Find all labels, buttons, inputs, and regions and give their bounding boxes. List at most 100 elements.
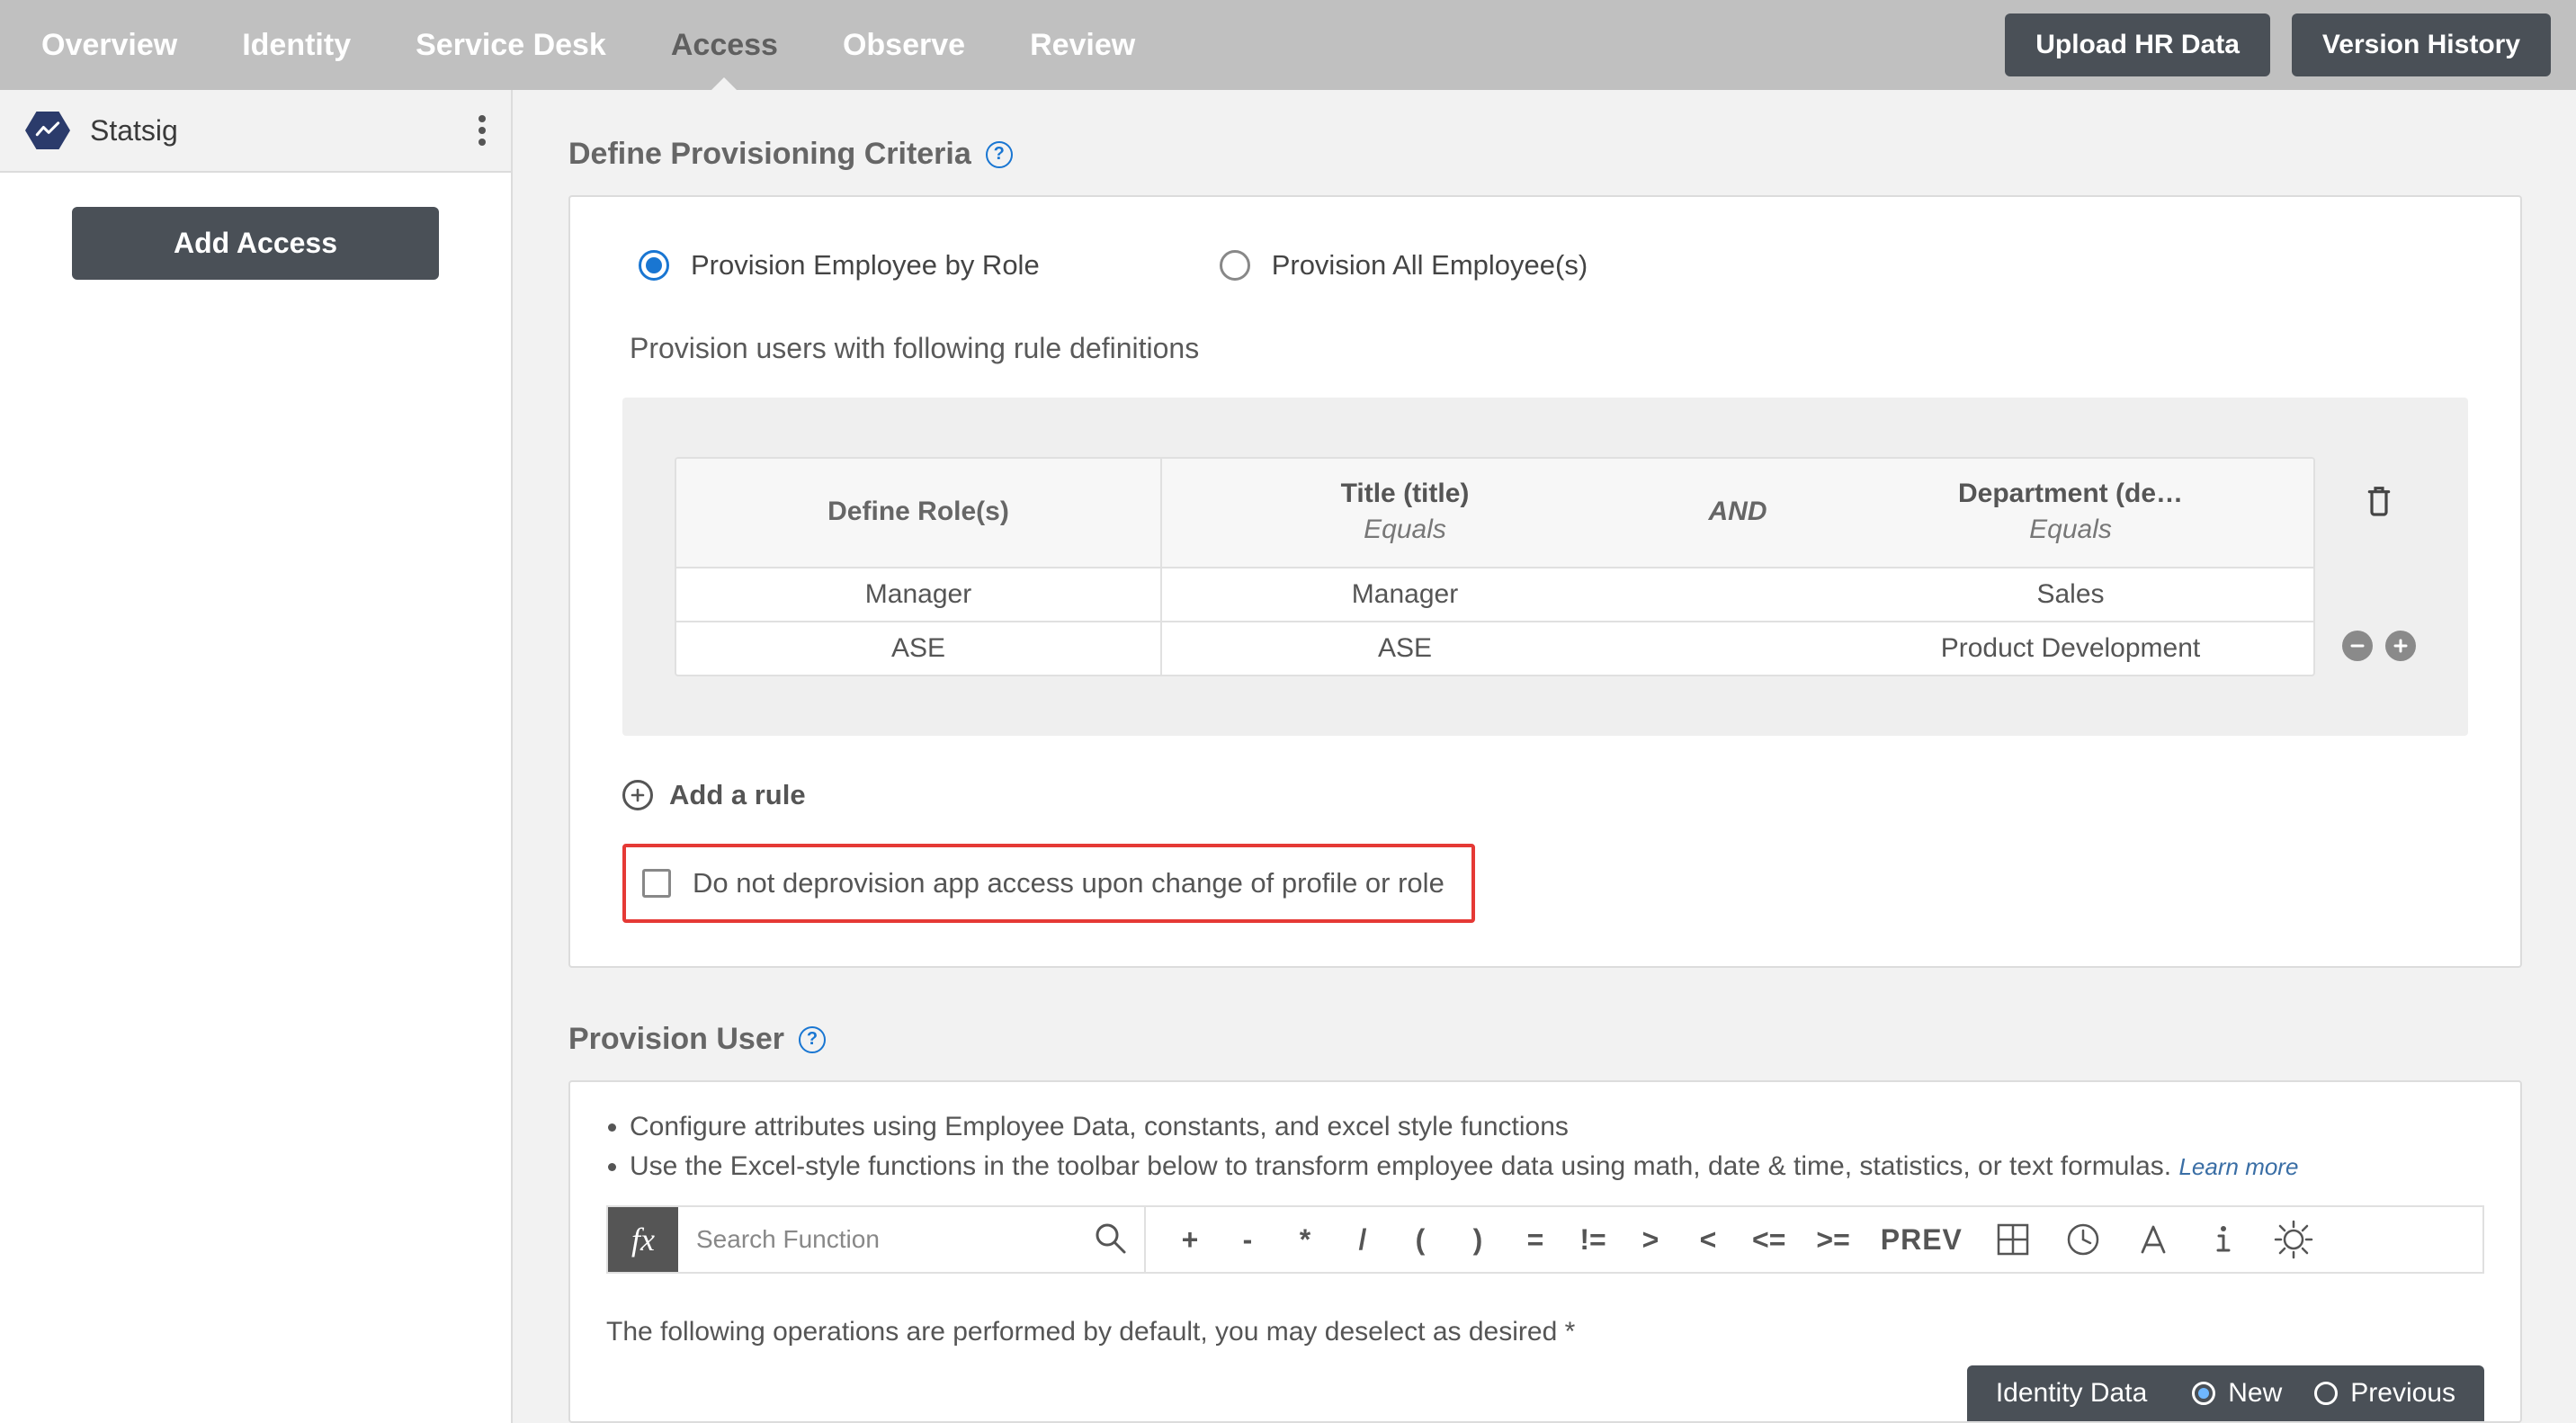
section-title-provision-user: Provision User ? (568, 1022, 2522, 1057)
cell-and (1648, 568, 1828, 621)
tab-review[interactable]: Review (1014, 0, 1151, 90)
add-access-button[interactable]: Add Access (72, 207, 439, 280)
cell-dept: Sales (1828, 568, 2313, 621)
tab-identity[interactable]: Identity (226, 0, 367, 90)
deprovision-label: Do not deprovision app access upon chang… (693, 867, 1445, 899)
bullet-item: Configure attributes using Employee Data… (630, 1107, 2484, 1147)
col-title-l1: Title (title) (1171, 479, 1639, 509)
help-icon[interactable]: ? (799, 1026, 826, 1053)
col-define-roles: Define Role(s) (676, 459, 1162, 567)
col-and: AND (1648, 459, 1828, 567)
radio-selected-icon (2192, 1382, 2215, 1405)
cell-title: Manager (1162, 568, 1648, 621)
remove-row-icon[interactable] (2342, 631, 2373, 661)
op-lte[interactable]: <= (1752, 1223, 1785, 1257)
identity-radio-previous[interactable]: Previous (2314, 1378, 2455, 1409)
radio-all-employees[interactable]: Provision All Employee(s) (1220, 249, 1588, 282)
op-gt[interactable]: > (1637, 1223, 1664, 1257)
rules-side-controls (2342, 457, 2416, 661)
cell-define: ASE (676, 622, 1162, 675)
app-name: Statsig (90, 114, 178, 148)
content-area: Define Provisioning Criteria ? Provision… (513, 90, 2576, 1423)
help-icon[interactable]: ? (986, 141, 1013, 168)
col-title: Title (title) Equals (1162, 459, 1648, 567)
op-paren-close[interactable]: ) (1464, 1223, 1491, 1257)
app-logo-icon (25, 112, 70, 149)
delete-rule-icon[interactable] (2365, 482, 2393, 523)
section-title-provision-user-text: Provision User (568, 1022, 784, 1057)
info-tool-icon[interactable] (2204, 1220, 2243, 1259)
fx-badge-icon: fx (608, 1207, 678, 1272)
cell-and (1648, 622, 1828, 675)
sidebar: Statsig Add Access (0, 90, 513, 1423)
app-identity: Statsig (25, 112, 178, 149)
op-gte[interactable]: >= (1816, 1223, 1849, 1257)
cell-title: ASE (1162, 622, 1648, 675)
radio-unselected-icon (2314, 1382, 2338, 1405)
nav-tabs: Overview Identity Service Desk Access Ob… (25, 0, 1151, 90)
app-menu-icon[interactable] (479, 115, 486, 146)
table-row: ASE ASE Product Development (676, 622, 2313, 675)
radio-by-role[interactable]: Provision Employee by Role (639, 249, 1040, 282)
op-minus[interactable]: - (1234, 1223, 1261, 1257)
provision-user-bullets: Configure attributes using Employee Data… (630, 1107, 2484, 1186)
tab-access[interactable]: Access (655, 0, 794, 90)
bullet-item: Use the Excel-style functions in the too… (630, 1147, 2484, 1186)
deprovision-checkbox-highlight: Do not deprovision app access upon chang… (622, 844, 1475, 923)
version-history-button[interactable]: Version History (2292, 13, 2551, 76)
rules-table: Define Role(s) Title (title) Equals AND … (675, 457, 2315, 676)
formula-toolbar: fx + - * / ( ) = != > < (606, 1205, 2484, 1274)
op-eq[interactable]: = (1522, 1223, 1549, 1257)
plus-circle-icon (622, 780, 653, 810)
radio-selected-icon (639, 250, 669, 281)
identity-radio-previous-label: Previous (2350, 1378, 2455, 1409)
identity-radio-new[interactable]: New (2192, 1378, 2282, 1409)
radio-all-label: Provision All Employee(s) (1272, 249, 1588, 282)
identity-radio-new-label: New (2228, 1378, 2282, 1409)
upload-hr-data-button[interactable]: Upload HR Data (2005, 13, 2270, 76)
radio-unselected-icon (1220, 250, 1250, 281)
ai-tool-icon[interactable] (2274, 1220, 2313, 1259)
identity-data-label: Identity Data (1996, 1378, 2147, 1409)
search-icon[interactable] (1092, 1220, 1128, 1260)
learn-more-link[interactable]: Learn more (2178, 1153, 2298, 1180)
col-department: Department (de… Equals (1828, 459, 2313, 567)
add-row-icon[interactable] (2385, 631, 2416, 661)
op-paren-open[interactable]: ( (1407, 1223, 1434, 1257)
bullet-text: Use the Excel-style functions in the too… (630, 1151, 2171, 1181)
rules-caption: Provision users with following rule defi… (622, 332, 2468, 365)
op-prev[interactable]: PREV (1881, 1223, 1963, 1257)
provision-mode-radios: Provision Employee by Role Provision All… (622, 249, 2468, 282)
cell-dept: Product Development (1828, 622, 2313, 675)
op-plus[interactable]: + (1176, 1223, 1203, 1257)
op-neq[interactable]: != (1579, 1223, 1606, 1257)
text-tool-icon[interactable] (2133, 1220, 2173, 1259)
section-title-criteria: Define Provisioning Criteria ? (568, 137, 2522, 172)
table-tool-icon[interactable] (1993, 1220, 2033, 1259)
function-search-input[interactable] (694, 1224, 1081, 1255)
col-dept-l1: Department (de… (1837, 479, 2304, 509)
formula-operators: + - * / ( ) = != > < <= >= PREV (1146, 1207, 2344, 1272)
table-row: Manager Manager Sales (676, 568, 2313, 622)
op-multiply[interactable]: * (1292, 1223, 1319, 1257)
nav-actions: Upload HR Data Version History (2005, 13, 2551, 76)
tab-observe[interactable]: Observe (827, 0, 981, 90)
tab-service-desk[interactable]: Service Desk (399, 0, 622, 90)
cell-define: Manager (676, 568, 1162, 621)
app-header: Statsig (0, 90, 511, 173)
add-rule-label: Add a rule (669, 779, 806, 811)
identity-data-toggle-bar: Identity Data New Previous (1967, 1365, 2484, 1421)
default-operations-text: The following operations are performed b… (606, 1317, 2484, 1347)
function-search-wrap (678, 1207, 1146, 1272)
clock-tool-icon[interactable] (2063, 1220, 2103, 1259)
op-lt[interactable]: < (1695, 1223, 1722, 1257)
provision-user-panel: Configure attributes using Employee Data… (568, 1080, 2522, 1423)
op-divide[interactable]: / (1349, 1223, 1376, 1257)
col-dept-l2: Equals (1837, 515, 2304, 545)
criteria-panel: Provision Employee by Role Provision All… (568, 195, 2522, 968)
deprovision-checkbox[interactable] (642, 869, 671, 898)
section-title-criteria-text: Define Provisioning Criteria (568, 137, 971, 172)
tab-overview[interactable]: Overview (25, 0, 193, 90)
add-rule-button[interactable]: Add a rule (622, 779, 2468, 811)
col-title-l2: Equals (1171, 515, 1639, 545)
